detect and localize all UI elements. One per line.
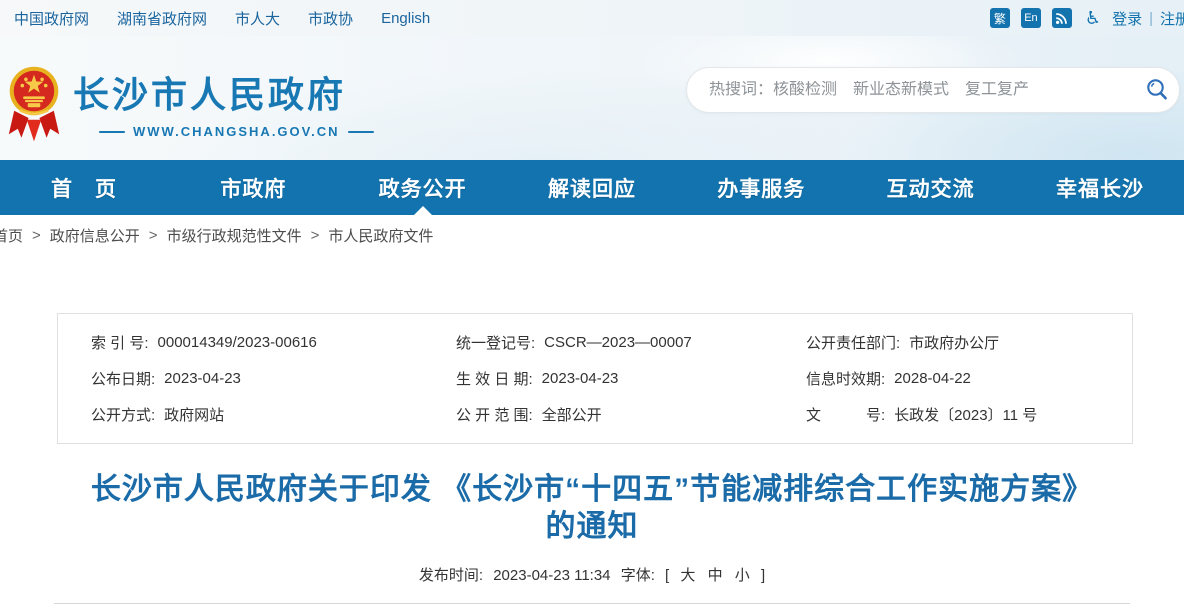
breadcrumb-separator: > (311, 227, 320, 244)
meta-label: 公 开 范 围: (456, 404, 533, 425)
meta-document-number: 文 号: 长政发〔2023〕11 号 (773, 397, 1132, 433)
link-cppcc[interactable]: 市政协 (308, 8, 353, 29)
meta-effective-date: 生 效 日 期: 2023-04-23 (423, 360, 773, 396)
breadcrumb-normative-documents[interactable]: 市级行政规范性文件 (167, 225, 302, 246)
nav-item-happy-changsha[interactable]: 幸福长沙 (1054, 160, 1146, 215)
nav-item-services[interactable]: 办事服务 (715, 160, 807, 215)
national-emblem-logo (7, 54, 61, 146)
meta-value: CSCR—2023—00007 (544, 334, 692, 351)
publish-time-label: 发布时间: (419, 567, 483, 584)
nav-label: 解读回应 (548, 173, 636, 203)
login-register-divider: | (1149, 10, 1153, 27)
nav-item-interaction[interactable]: 互动交流 (885, 160, 977, 215)
site-url-row: WWW.CHANGSHA.GOV.CN (99, 124, 374, 139)
site-brand[interactable]: 长沙市人民政府 WWW.CHANGSHA.GOV.CN (7, 54, 374, 146)
search-button[interactable] (1135, 68, 1179, 112)
meta-disclosure-scope: 公 开 范 围: 全部公开 (423, 397, 773, 433)
search-icon (1144, 77, 1170, 103)
rss-icon[interactable] (1052, 8, 1072, 28)
meta-label: 公布日期: (91, 368, 155, 389)
top-links: 中国政府网 湖南省政府网 市人大 市政协 English (0, 8, 430, 29)
font-size-bracket-open: [ (665, 567, 669, 584)
meta-value: 2023-04-23 (164, 370, 241, 387)
content-divider (54, 603, 1130, 604)
font-size-bracket-close: ] (761, 567, 765, 584)
site-url: WWW.CHANGSHA.GOV.CN (133, 124, 340, 139)
nav-label: 首 页 (51, 173, 117, 203)
nav-item-government-affairs[interactable]: 政务公开 (377, 160, 469, 215)
meta-value: 全部公开 (542, 404, 602, 425)
meta-label: 索 引 号: (91, 332, 149, 353)
meta-value: 长政发〔2023〕11 号 (894, 404, 1037, 425)
meta-value: 2023-04-23 (542, 370, 619, 387)
nav-label: 办事服务 (717, 173, 805, 203)
document-meta-table: 索 引 号: 000014349/2023-00616 统一登记号: CSCR—… (57, 313, 1133, 444)
brand-text: 长沙市人民政府 WWW.CHANGSHA.GOV.CN (73, 54, 374, 139)
english-version-icon[interactable]: En (1021, 8, 1041, 28)
page: 中国政府网 湖南省政府网 市人大 市政协 English 繁 En ♿ 登录 |… (0, 0, 1184, 606)
meta-label: 公开方式: (91, 404, 155, 425)
meta-label: 文 号: (806, 404, 885, 425)
meta-label: 统一登记号: (456, 332, 535, 353)
login-link[interactable]: 登录 (1112, 8, 1142, 29)
meta-validity-period: 信息时效期: 2028-04-22 (773, 360, 1132, 396)
breadcrumb-government-documents: 市人民政府文件 (328, 225, 433, 246)
top-tools: 繁 En ♿ 登录 | 注册 (990, 0, 1184, 36)
account-links: 登录 | 注册 (1112, 8, 1184, 29)
main-navigation: 首 页 市政府 政务公开 解读回应 办事服务 互动交流 幸福长沙 (0, 160, 1184, 215)
site-title: 长沙市人民政府 (73, 66, 374, 118)
nav-label: 幸福长沙 (1056, 173, 1144, 203)
link-peoples-congress[interactable]: 市人大 (235, 8, 280, 29)
meta-label: 公开责任部门: (806, 332, 900, 353)
font-size-small-button[interactable]: 小 (735, 567, 750, 584)
meta-registration-number: 统一登记号: CSCR—2023—00007 (423, 324, 773, 360)
meta-value: 市政府办公厅 (909, 332, 999, 353)
document-title-line2: 的通知 (0, 508, 1184, 545)
nav-label: 政务公开 (379, 173, 467, 203)
meta-value: 000014349/2023-00616 (158, 334, 317, 351)
link-english[interactable]: English (381, 10, 430, 27)
link-hunan-gov[interactable]: 湖南省政府网 (117, 8, 207, 29)
meta-value: 2028-04-22 (894, 370, 971, 387)
register-link[interactable]: 注册 (1160, 8, 1184, 29)
site-search (686, 67, 1180, 113)
nav-item-city-government[interactable]: 市政府 (207, 160, 299, 215)
nav-item-interpretation-response[interactable]: 解读回应 (546, 160, 638, 215)
breadcrumb-info-disclosure[interactable]: 政府信息公开 (50, 225, 140, 246)
traditional-chinese-icon[interactable]: 繁 (990, 8, 1010, 28)
nav-label: 互动交流 (887, 173, 975, 203)
publish-time-value: 2023-04-23 11:34 (493, 567, 610, 584)
meta-index-number: 索 引 号: 000014349/2023-00616 (58, 324, 423, 360)
top-utility-bar: 中国政府网 湖南省政府网 市人大 市政协 English 繁 En ♿ 登录 |… (0, 0, 1184, 36)
breadcrumb: 首页 > 政府信息公开 > 市级行政规范性文件 > 市人民政府文件 (0, 215, 1184, 256)
meta-disclosure-method: 公开方式: 政府网站 (58, 397, 423, 433)
url-dash-left (99, 131, 125, 133)
document-title: 长沙市人民政府关于印发 《长沙市“十四五”节能减排综合工作实施方案》 的通知 (0, 471, 1184, 545)
breadcrumb-separator: > (32, 227, 41, 244)
site-header: 长沙市人民政府 WWW.CHANGSHA.GOV.CN (0, 36, 1184, 160)
meta-label: 信息时效期: (806, 368, 885, 389)
meta-label: 生 效 日 期: (456, 368, 533, 389)
breadcrumb-separator: > (149, 227, 158, 244)
nav-item-home[interactable]: 首 页 (38, 160, 130, 215)
publish-info-row: 发布时间: 2023-04-23 11:34 字体: [ 大 中 小 ] (0, 564, 1184, 585)
url-dash-right (348, 131, 374, 133)
link-china-gov[interactable]: 中国政府网 (14, 8, 89, 29)
nav-label: 市政府 (220, 173, 286, 203)
accessibility-icon[interactable]: ♿ (1085, 9, 1101, 27)
font-size-label: 字体: (621, 567, 655, 584)
meta-responsible-department: 公开责任部门: 市政府办公厅 (773, 324, 1132, 360)
font-size-medium-button[interactable]: 中 (708, 567, 723, 584)
meta-value: 政府网站 (164, 404, 224, 425)
breadcrumb-home[interactable]: 首页 (0, 225, 23, 246)
meta-publish-date: 公布日期: 2023-04-23 (58, 360, 423, 396)
document-title-line1: 长沙市人民政府关于印发 《长沙市“十四五”节能减排综合工作实施方案》 (0, 471, 1184, 508)
font-size-large-button[interactable]: 大 (680, 567, 695, 584)
search-input[interactable] (687, 81, 1135, 99)
active-nav-caret (414, 206, 432, 215)
